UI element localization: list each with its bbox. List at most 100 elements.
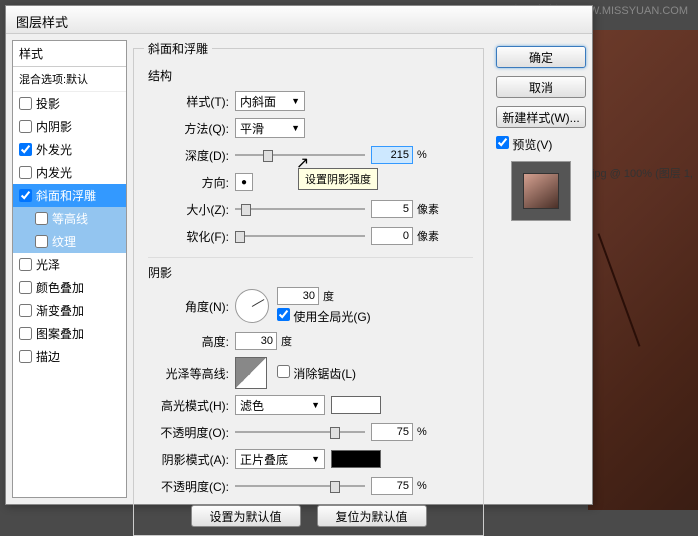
cancel-button[interactable]: 取消 — [496, 76, 586, 98]
style-label: 样式(T): — [144, 93, 229, 110]
dropdown-icon: ▼ — [311, 400, 320, 410]
soften-slider[interactable] — [235, 227, 365, 245]
sidebar-item-0[interactable]: 投影 — [13, 92, 126, 115]
document-tab: .jpg @ 100% (图层 1, — [589, 165, 693, 181]
method-select[interactable]: 平滑▼ — [235, 118, 305, 138]
sidebar-item-9[interactable]: 渐变叠加 — [13, 299, 126, 322]
soften-unit: 像素 — [417, 228, 439, 244]
soften-label: 软化(F): — [144, 228, 229, 245]
structure-legend: 结构 — [148, 67, 473, 84]
sidebar-label-3: 内发光 — [36, 164, 72, 181]
size-input[interactable] — [371, 200, 413, 218]
shadow-mode-select[interactable]: 正片叠底▼ — [235, 449, 325, 469]
contour-picker[interactable] — [235, 357, 267, 389]
method-label: 方法(Q): — [144, 120, 229, 137]
sidebar-checkbox-9[interactable] — [19, 304, 32, 317]
set-default-button[interactable]: 设置为默认值 — [191, 505, 301, 527]
shadow-opacity-unit: % — [417, 480, 427, 492]
size-slider[interactable] — [235, 200, 365, 218]
sidebar-item-11[interactable]: 描边 — [13, 345, 126, 368]
sidebar-checkbox-7[interactable] — [19, 258, 32, 271]
sidebar-checkbox-1[interactable] — [19, 120, 32, 133]
global-light-check[interactable]: 使用全局光(G) — [277, 310, 371, 324]
shadow-opacity-slider[interactable] — [235, 477, 365, 495]
blend-options[interactable]: 混合选项:默认 — [13, 67, 126, 92]
sidebar-item-5[interactable]: 等高线 — [13, 207, 126, 230]
sidebar-item-2[interactable]: 外发光 — [13, 138, 126, 161]
highlight-mode-select[interactable]: 滤色▼ — [235, 395, 325, 415]
angle-dial[interactable] — [235, 289, 269, 323]
background-canvas — [588, 30, 698, 510]
sidebar-item-4[interactable]: 斜面和浮雕 — [13, 184, 126, 207]
depth-input[interactable] — [371, 146, 413, 164]
sidebar-checkbox-0[interactable] — [19, 97, 32, 110]
sidebar-checkbox-10[interactable] — [19, 327, 32, 340]
tooltip: 设置阴影强度 — [298, 168, 378, 190]
highlight-mode-label: 高光模式(H): — [144, 397, 229, 414]
bevel-legend: 斜面和浮雕 — [144, 40, 212, 57]
highlight-opacity-slider[interactable] — [235, 423, 365, 441]
styles-sidebar: 样式 混合选项:默认 投影内阴影外发光内发光斜面和浮雕等高线纹理光泽颜色叠加渐变… — [12, 40, 127, 498]
sidebar-checkbox-6[interactable] — [35, 235, 48, 248]
sidebar-label-8: 颜色叠加 — [36, 279, 84, 296]
dropdown-icon: ▼ — [311, 454, 320, 464]
contour-label: 光泽等高线: — [144, 365, 229, 382]
sidebar-checkbox-4[interactable] — [19, 189, 32, 202]
sidebar-header[interactable]: 样式 — [13, 41, 126, 67]
sidebar-item-7[interactable]: 光泽 — [13, 253, 126, 276]
ok-button[interactable]: 确定 — [496, 46, 586, 68]
direction-radios[interactable]: ● — [235, 173, 253, 191]
altitude-label: 高度: — [144, 333, 229, 350]
sidebar-item-10[interactable]: 图案叠加 — [13, 322, 126, 345]
new-style-button[interactable]: 新建样式(W)... — [496, 106, 586, 128]
depth-label: 深度(D): — [144, 147, 229, 164]
sidebar-label-0: 投影 — [36, 95, 60, 112]
soften-input[interactable] — [371, 227, 413, 245]
sidebar-checkbox-2[interactable] — [19, 143, 32, 156]
altitude-unit: 度 — [281, 333, 292, 349]
sidebar-label-1: 内阴影 — [36, 118, 72, 135]
sidebar-item-8[interactable]: 颜色叠加 — [13, 276, 126, 299]
angle-label: 角度(N): — [144, 298, 229, 315]
sidebar-label-4: 斜面和浮雕 — [36, 187, 96, 204]
sidebar-checkbox-11[interactable] — [19, 350, 32, 363]
sidebar-label-9: 渐变叠加 — [36, 302, 84, 319]
shadow-opacity-input[interactable] — [371, 477, 413, 495]
dialog-title: 图层样式 — [6, 6, 592, 34]
direction-up[interactable]: ● — [235, 173, 253, 191]
highlight-opacity-unit: % — [417, 426, 427, 438]
altitude-input[interactable] — [235, 332, 277, 350]
layer-style-dialog: 图层样式 样式 混合选项:默认 投影内阴影外发光内发光斜面和浮雕等高线纹理光泽颜… — [5, 5, 593, 505]
size-label: 大小(Z): — [144, 201, 229, 218]
antialias-check[interactable]: 消除锯齿(L) — [277, 367, 356, 381]
sidebar-label-7: 光泽 — [36, 256, 60, 273]
sidebar-label-11: 描边 — [36, 348, 60, 365]
depth-slider[interactable] — [235, 146, 365, 164]
preview-check[interactable]: 预览(V) — [496, 136, 586, 153]
direction-label: 方向: — [144, 174, 229, 191]
dropdown-icon: ▼ — [291, 96, 300, 106]
highlight-color[interactable] — [331, 396, 381, 414]
sidebar-item-6[interactable]: 纹理 — [13, 230, 126, 253]
preview-thumbnail — [511, 161, 571, 221]
angle-unit: 度 — [323, 288, 334, 304]
highlight-opacity-input[interactable] — [371, 423, 413, 441]
sidebar-checkbox-8[interactable] — [19, 281, 32, 294]
right-panel: 确定 取消 新建样式(W)... 预览(V) — [490, 34, 592, 504]
sidebar-checkbox-5[interactable] — [35, 212, 48, 225]
shadow-color[interactable] — [331, 450, 381, 468]
style-select[interactable]: 内斜面▼ — [235, 91, 305, 111]
sidebar-item-1[interactable]: 内阴影 — [13, 115, 126, 138]
sidebar-label-5: 等高线 — [52, 210, 88, 227]
shadow-mode-label: 阴影模式(A): — [144, 451, 229, 468]
sidebar-checkbox-3[interactable] — [19, 166, 32, 179]
reset-default-button[interactable]: 复位为默认值 — [317, 505, 427, 527]
sidebar-label-10: 图案叠加 — [36, 325, 84, 342]
highlight-opacity-label: 不透明度(O): — [144, 424, 229, 441]
size-unit: 像素 — [417, 201, 439, 217]
sidebar-item-3[interactable]: 内发光 — [13, 161, 126, 184]
sidebar-label-2: 外发光 — [36, 141, 72, 158]
depth-unit: % — [417, 149, 427, 161]
main-panel: 斜面和浮雕 结构 样式(T): 内斜面▼ 方法(Q): 平滑▼ 深度(D): — [127, 34, 490, 504]
angle-input[interactable] — [277, 287, 319, 305]
